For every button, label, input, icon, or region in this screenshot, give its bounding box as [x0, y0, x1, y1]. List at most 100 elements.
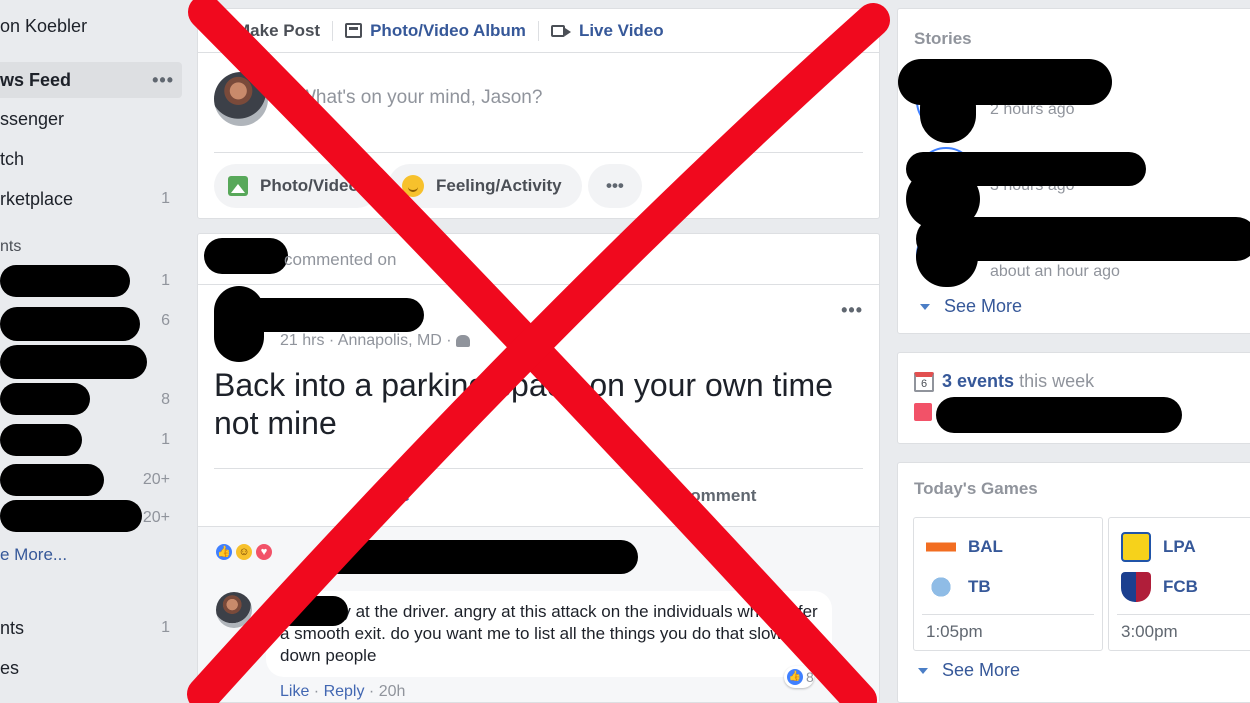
sidebar-item-count: 20+ — [142, 509, 170, 526]
rays-logo-icon — [926, 572, 956, 602]
events-suffix: this week — [1019, 371, 1095, 391]
comment-label: Comment — [678, 486, 757, 505]
tab-make-post[interactable]: Make Post — [236, 21, 320, 41]
sidebar-item-news-feed[interactable]: ws Feed ••• — [0, 62, 182, 98]
redaction-mark — [920, 79, 976, 143]
redaction-mark — [276, 596, 348, 626]
stories-card: Stories 2 hours ago 3 hours ago about an… — [897, 8, 1250, 334]
profile-link[interactable]: on Koebler — [0, 8, 182, 44]
events-count-link[interactable]: 3 events — [942, 371, 1014, 391]
sidebar-item-count: 1 — [161, 619, 170, 636]
post-text: Back into a parking space on your own ti… — [214, 367, 833, 441]
sidebar-section-label: nts — [0, 238, 22, 255]
stories-title: Stories — [914, 29, 972, 48]
redaction-mark — [204, 238, 288, 274]
avatar[interactable] — [214, 72, 268, 126]
tab-divider — [537, 20, 539, 41]
sidebar-item-messenger[interactable]: ssenger — [0, 101, 182, 137]
sidebar-shortcut[interactable]: 20+ — [0, 462, 182, 498]
feeling-activity-button[interactable]: Feeling/Activity — [388, 164, 582, 208]
comment-button[interactable]: Comment — [678, 486, 756, 506]
tab-photo-video-album[interactable]: Photo/Video Album — [345, 21, 526, 41]
sidebar-item-count: 6 — [161, 312, 170, 329]
game-team-row: FCB — [1121, 572, 1198, 602]
sidebar-item-label: ws Feed — [0, 69, 72, 90]
like-reaction-icon: 👍 — [787, 669, 803, 685]
game-team-row: BAL — [926, 532, 1003, 562]
sidebar-see-more-link[interactable]: e More... — [0, 545, 67, 565]
feeling-activity-label: Feeling/Activity — [436, 176, 562, 195]
las-palmas-logo-icon — [1121, 532, 1151, 562]
comment-actions: Like · Reply · 20h — [280, 683, 406, 700]
divider — [922, 614, 1094, 615]
composer-tabs: Make Post Photo/Video Album Live Video — [198, 9, 879, 53]
game-card[interactable]: BAL TB 1:05pm — [913, 517, 1103, 651]
sidebar-shortcut[interactable]: 6 — [0, 303, 182, 339]
comment-reply-link[interactable]: Reply — [324, 683, 365, 700]
sidebar-item-count: 20+ — [142, 471, 170, 488]
sidebar-item-pages[interactable]: es — [0, 650, 182, 686]
sidebar-item-watch[interactable]: tch — [0, 141, 182, 177]
orioles-logo-icon — [926, 532, 956, 562]
story-time: about an hour ago — [990, 263, 1120, 280]
haha-reaction-icon[interactable]: ☺ — [234, 542, 254, 562]
comment-avatar[interactable] — [216, 592, 252, 628]
divider — [214, 468, 863, 469]
see-more-label: See More — [944, 296, 1023, 316]
game-time: 3:00pm — [1121, 622, 1178, 641]
comment-bubble: not angry at the driver. angry at this a… — [266, 591, 832, 677]
divider — [198, 284, 879, 285]
team-name: FCB — [1163, 577, 1198, 596]
sidebar-shortcut[interactable]: 1 — [0, 263, 182, 299]
redaction-mark — [218, 298, 424, 332]
tab-live-video[interactable]: Live Video — [550, 20, 664, 41]
redaction-mark — [936, 397, 1182, 433]
smiley-icon — [402, 175, 424, 197]
tab-live-label: Live Video — [578, 20, 664, 40]
photo-video-label: Photo/Video — [260, 176, 359, 195]
game-team-row: LPA — [1121, 532, 1196, 562]
game-team-row: TB — [926, 572, 991, 602]
sidebar-shortcut[interactable]: 8 — [0, 382, 182, 418]
todays-games-card: Today's Games BAL TB 1:05pm LPA FCB 3:00… — [897, 462, 1250, 703]
like-button[interactable]: Like — [376, 486, 410, 506]
comment-reaction-badge[interactable]: 👍 8 — [784, 666, 814, 688]
stories-see-more[interactable]: See More — [920, 296, 1022, 317]
events-card: 6 3 events this week — [897, 352, 1250, 444]
video-camera-icon — [550, 24, 571, 37]
redaction-mark — [0, 345, 147, 379]
tab-divider — [332, 20, 334, 41]
post-composer: Make Post Photo/Video Album Live Video W… — [197, 8, 880, 219]
composer-more-button[interactable]: ••• — [588, 164, 642, 208]
like-reaction-icon[interactable]: 👍 — [214, 542, 234, 562]
sidebar-item-label: rketplace — [0, 188, 74, 209]
friends-audience-icon — [456, 334, 471, 347]
post-options-button[interactable]: ••• — [841, 300, 863, 321]
events-summary[interactable]: 6 3 events this week — [914, 371, 1094, 392]
game-time: 1:05pm — [926, 622, 983, 641]
more-options-icon[interactable]: ••• — [152, 70, 174, 91]
sidebar-item-label: ssenger — [0, 108, 65, 129]
sidebar-shortcut[interactable]: 1 — [0, 422, 182, 458]
status-input[interactable]: What's on your mind, Jason? — [298, 87, 542, 109]
sidebar-item-count: 1 — [161, 190, 170, 207]
comment-reaction-count: 8 — [806, 669, 814, 685]
sidebar-item-label: nts — [0, 617, 25, 638]
comment-like-link[interactable]: Like — [280, 683, 309, 700]
photo-video-button[interactable]: Photo/Video — [214, 164, 379, 208]
love-reaction-icon[interactable]: ♥ — [254, 542, 274, 562]
left-sidebar: on Koebler ws Feed ••• ssenger tch rketp… — [0, 0, 185, 703]
sidebar-item-marketplace[interactable]: rketplace 1 — [0, 181, 182, 217]
chevron-down-icon — [918, 667, 928, 674]
post-timestamp-location: 21 hrs · Annapolis, MD · — [280, 332, 457, 349]
like-label: Like — [376, 486, 411, 505]
sidebar-item-events[interactable]: nts 1 — [0, 610, 182, 646]
tab-make-post-label: Make Post — [236, 20, 321, 40]
sidebar-shortcut[interactable]: 20+ — [0, 500, 182, 536]
post-context-text: commented on — [284, 250, 397, 269]
redaction-mark — [916, 227, 978, 287]
redaction-mark — [322, 540, 638, 574]
game-card[interactable]: LPA FCB 3:00pm — [1108, 517, 1250, 651]
sidebar-item-count: 8 — [161, 391, 170, 408]
games-see-more[interactable]: See More — [918, 660, 1020, 681]
